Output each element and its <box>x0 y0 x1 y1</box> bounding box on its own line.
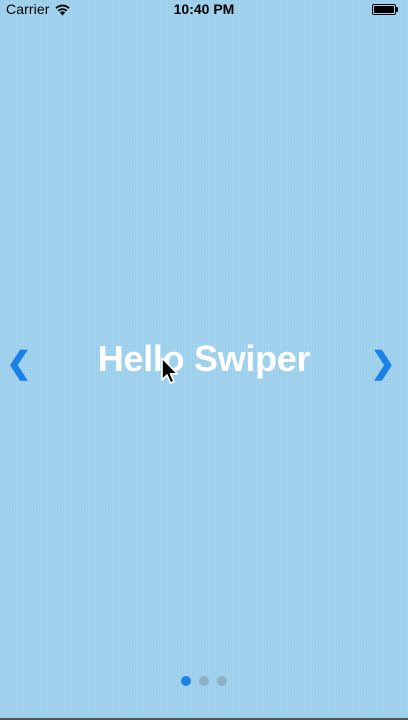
pagination-bullet-2[interactable] <box>199 676 209 686</box>
battery-fill <box>374 6 394 13</box>
battery-body <box>372 4 396 15</box>
battery-icon <box>372 4 400 16</box>
battery-tip <box>396 7 398 12</box>
pagination-bullet-3[interactable] <box>217 676 227 686</box>
carrier-label: Carrier <box>6 1 50 17</box>
carrier-group: Carrier <box>6 1 71 17</box>
pagination-bullet-1[interactable] <box>181 676 191 686</box>
swiper-slide[interactable]: Hello Swiper ❮ ❯ <box>0 20 408 718</box>
wifi-icon <box>54 3 71 16</box>
status-bar: Carrier 10:40 PM <box>0 0 408 20</box>
pagination <box>0 676 408 686</box>
slide-title: Hello Swiper <box>97 338 311 379</box>
chevron-left-icon[interactable]: ❮ <box>4 348 34 380</box>
chevron-right-icon[interactable]: ❯ <box>368 348 398 380</box>
status-time: 10:40 PM <box>173 1 235 17</box>
